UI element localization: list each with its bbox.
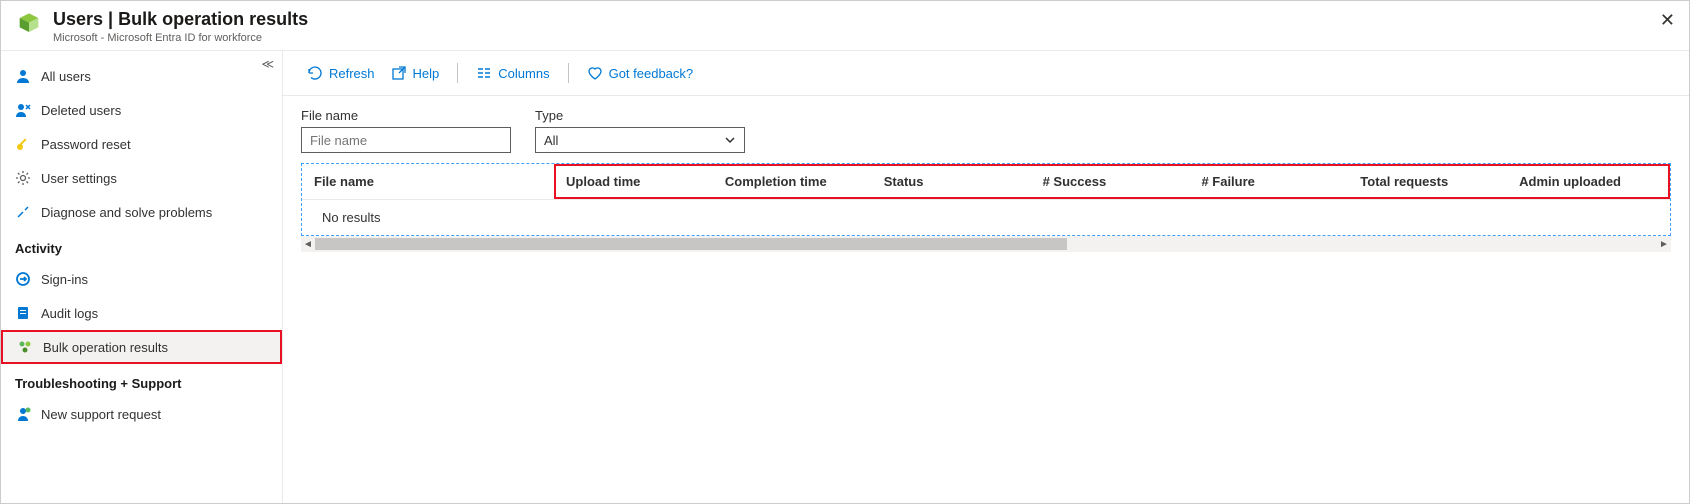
filters-row: File name Type All bbox=[283, 96, 1689, 163]
sidebar: ≪ All users Deleted users Password reset… bbox=[1, 51, 283, 503]
scroll-track[interactable] bbox=[315, 236, 1657, 252]
column-header-upload-time[interactable]: Upload time bbox=[556, 174, 715, 189]
refresh-button[interactable]: Refresh bbox=[301, 61, 381, 85]
toolbar-label: Help bbox=[413, 66, 440, 81]
log-icon bbox=[15, 305, 31, 321]
gear-icon bbox=[15, 170, 31, 186]
sidebar-item-label: Audit logs bbox=[41, 306, 98, 321]
sidebar-item-label: User settings bbox=[41, 171, 117, 186]
bulk-icon bbox=[17, 339, 33, 355]
signin-icon bbox=[15, 271, 31, 287]
column-header-failure[interactable]: # Failure bbox=[1191, 174, 1350, 189]
no-results-message: No results bbox=[302, 200, 1670, 235]
sidebar-item-label: Sign-ins bbox=[41, 272, 88, 287]
page-title: Users | Bulk operation results bbox=[53, 9, 1675, 30]
sidebar-item-label: Diagnose and solve problems bbox=[41, 205, 212, 220]
scroll-thumb[interactable] bbox=[315, 238, 1067, 250]
column-header-status[interactable]: Status bbox=[874, 174, 1033, 189]
sidebar-item-label: Bulk operation results bbox=[43, 340, 168, 355]
user-icon bbox=[15, 68, 31, 84]
external-link-icon bbox=[391, 65, 407, 81]
key-icon bbox=[15, 136, 31, 152]
toolbar-label: Refresh bbox=[329, 66, 375, 81]
sidebar-item-label: Deleted users bbox=[41, 103, 121, 118]
toolbar-label: Got feedback? bbox=[609, 66, 694, 81]
page-subtitle: Microsoft - Microsoft Entra ID for workf… bbox=[53, 32, 1675, 44]
user-x-icon bbox=[15, 102, 31, 118]
filter-type-select[interactable]: All bbox=[535, 127, 745, 153]
column-header-filename[interactable]: File name bbox=[302, 174, 554, 189]
close-button[interactable]: ✕ bbox=[1660, 11, 1675, 29]
sidebar-item-audit-logs[interactable]: Audit logs bbox=[1, 296, 282, 330]
toolbar-label: Columns bbox=[498, 66, 549, 81]
sidebar-item-sign-ins[interactable]: Sign-ins bbox=[1, 262, 282, 296]
collapse-sidebar-button[interactable]: ≪ bbox=[261, 57, 274, 71]
results-table: File name Upload time Completion time St… bbox=[301, 163, 1671, 236]
column-header-total[interactable]: Total requests bbox=[1350, 174, 1509, 189]
feedback-button[interactable]: Got feedback? bbox=[581, 61, 700, 85]
horizontal-scrollbar[interactable]: ◄ ► bbox=[301, 236, 1671, 252]
scroll-right-button[interactable]: ► bbox=[1657, 237, 1671, 251]
columns-icon bbox=[476, 65, 492, 81]
help-button[interactable]: Help bbox=[385, 61, 446, 85]
highlighted-columns: Upload time Completion time Status # Suc… bbox=[554, 164, 1670, 199]
app-icon bbox=[15, 11, 43, 39]
sidebar-item-new-support[interactable]: New support request bbox=[1, 397, 282, 431]
chevron-down-icon bbox=[724, 134, 736, 146]
scroll-left-button[interactable]: ◄ bbox=[301, 237, 315, 251]
filter-type-label: Type bbox=[535, 108, 745, 123]
sidebar-section-activity: Activity bbox=[1, 229, 282, 262]
refresh-icon bbox=[307, 65, 323, 81]
toolbar-separator bbox=[457, 63, 458, 83]
column-header-completion-time[interactable]: Completion time bbox=[715, 174, 874, 189]
columns-button[interactable]: Columns bbox=[470, 61, 555, 85]
filter-type-group: Type All bbox=[535, 108, 745, 153]
filter-filename-label: File name bbox=[301, 108, 511, 123]
page-header: Users | Bulk operation results Microsoft… bbox=[1, 1, 1689, 51]
table-header-row: File name Upload time Completion time St… bbox=[302, 164, 1670, 200]
filter-filename-input[interactable] bbox=[301, 127, 511, 153]
sidebar-section-support: Troubleshooting + Support bbox=[1, 364, 282, 397]
filter-type-value: All bbox=[544, 133, 558, 148]
sidebar-item-diagnose[interactable]: Diagnose and solve problems bbox=[1, 195, 282, 229]
toolbar-separator bbox=[568, 63, 569, 83]
sidebar-item-password-reset[interactable]: Password reset bbox=[1, 127, 282, 161]
sidebar-item-all-users[interactable]: All users bbox=[1, 59, 282, 93]
sidebar-item-label: All users bbox=[41, 69, 91, 84]
sidebar-item-label: New support request bbox=[41, 407, 161, 422]
tools-icon bbox=[15, 204, 31, 220]
sidebar-item-label: Password reset bbox=[41, 137, 131, 152]
sidebar-item-user-settings[interactable]: User settings bbox=[1, 161, 282, 195]
column-header-success[interactable]: # Success bbox=[1033, 174, 1192, 189]
sidebar-item-bulk-results[interactable]: Bulk operation results bbox=[1, 330, 282, 364]
sidebar-item-deleted-users[interactable]: Deleted users bbox=[1, 93, 282, 127]
support-icon bbox=[15, 406, 31, 422]
main-content: Refresh Help Columns Got feedback? File … bbox=[283, 51, 1689, 503]
column-header-admin[interactable]: Admin uploaded bbox=[1509, 174, 1668, 189]
heart-icon bbox=[587, 65, 603, 81]
filter-filename-group: File name bbox=[301, 108, 511, 153]
toolbar: Refresh Help Columns Got feedback? bbox=[283, 51, 1689, 96]
